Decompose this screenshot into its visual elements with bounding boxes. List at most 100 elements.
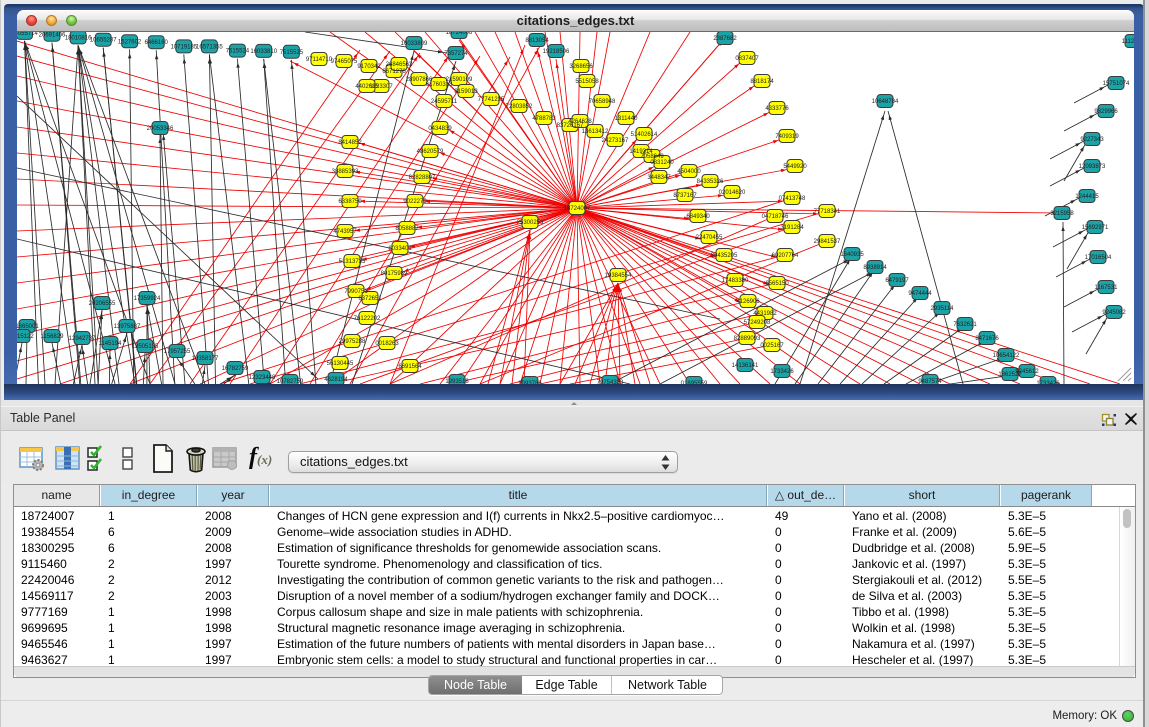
svg-text:51402614: 51402614	[631, 132, 658, 138]
svg-text:8414852: 8414852	[338, 140, 362, 146]
svg-text:2935114: 2935114	[931, 306, 955, 312]
svg-text:9227343: 9227343	[1080, 137, 1104, 143]
svg-text:0434839: 0434839	[428, 126, 452, 132]
svg-text:8159013: 8159013	[454, 89, 478, 95]
svg-text:29841537: 29841537	[814, 239, 841, 245]
svg-text:7632621: 7632621	[953, 322, 977, 328]
svg-text:8058887: 8058887	[395, 226, 419, 232]
svg-text:16571355: 16571355	[196, 44, 223, 50]
svg-text:19384554: 19384554	[605, 273, 632, 279]
svg-text:10648784: 10648784	[872, 99, 899, 105]
svg-text:12093873: 12093873	[1079, 164, 1106, 170]
svg-text:3268656: 3268656	[569, 64, 593, 70]
svg-text:9093786: 9093786	[518, 381, 542, 384]
svg-text:10719185: 10719185	[170, 44, 197, 50]
svg-text:9245612: 9245612	[1015, 369, 1039, 375]
svg-text:30435205: 30435205	[711, 253, 738, 259]
svg-text:17483380: 17483380	[722, 278, 749, 284]
svg-text:1167531: 1167531	[1095, 285, 1119, 291]
svg-text:4402685: 4402685	[355, 84, 379, 90]
svg-text:1244415: 1244415	[1075, 194, 1099, 200]
svg-text:10782759: 10782759	[277, 379, 304, 384]
svg-text:6479197: 6479197	[885, 278, 909, 284]
svg-text:07413748: 07413748	[779, 196, 806, 202]
svg-text:8471676: 8471676	[975, 336, 999, 342]
svg-text:48620579: 48620579	[417, 149, 444, 155]
svg-text:20691406: 20691406	[39, 33, 66, 39]
svg-text:18724008: 18724008	[446, 32, 473, 36]
svg-text:16033810: 16033810	[250, 49, 277, 55]
svg-text:77718341: 77718341	[814, 209, 841, 215]
svg-text:10655287: 10655287	[90, 38, 117, 44]
svg-text:56130445: 56130445	[327, 361, 354, 367]
svg-text:1311440: 1311440	[615, 116, 639, 122]
svg-text:1733426: 1733426	[1036, 381, 1060, 384]
svg-text:77741215: 77741215	[478, 97, 505, 103]
svg-text:80175989: 80175989	[381, 271, 408, 277]
svg-text:6372651: 6372651	[358, 296, 382, 302]
svg-text:24595711: 24595711	[431, 99, 458, 105]
svg-text:0831240: 0831240	[650, 160, 674, 166]
svg-text:82889093: 82889093	[734, 336, 761, 342]
svg-text:18010816: 18010816	[65, 35, 92, 41]
svg-text:1156829: 1156829	[41, 334, 65, 340]
svg-text:5449920: 5449920	[783, 164, 807, 170]
svg-text:76122202: 76122202	[354, 316, 381, 322]
svg-text:14136141: 14136141	[732, 363, 759, 369]
svg-text:3915122: 3915122	[17, 334, 34, 340]
svg-text:1640935: 1640935	[840, 252, 864, 258]
svg-text:4264628: 4264628	[568, 119, 592, 125]
svg-text:7990751: 7990751	[344, 289, 368, 295]
svg-text:7409319: 7409319	[775, 134, 799, 140]
svg-text:8938914: 8938914	[863, 265, 887, 271]
svg-text:10358177: 10358177	[192, 356, 219, 362]
svg-text:7357274: 7357274	[444, 51, 468, 57]
svg-text:60207764: 60207764	[772, 253, 799, 259]
svg-text:20053346: 20053346	[147, 126, 174, 132]
svg-text:25300253: 25300253	[517, 220, 544, 226]
svg-text:12505135: 12505135	[132, 344, 159, 350]
svg-text:4431982: 4431982	[753, 311, 777, 317]
svg-text:12942737: 12942737	[69, 336, 96, 342]
svg-text:70658948: 70658948	[589, 99, 616, 105]
svg-text:17016504: 17016504	[1085, 255, 1112, 261]
svg-text:6565150: 6565150	[765, 281, 789, 287]
svg-text:79754323: 79754323	[597, 380, 624, 384]
svg-text:6691564: 6691564	[398, 364, 422, 370]
svg-text:8813054: 8813054	[525, 38, 549, 44]
svg-text:4126906: 4126906	[736, 299, 760, 305]
svg-text:1112374: 1112374	[1122, 39, 1134, 45]
svg-text:6338750: 6338750	[338, 199, 362, 205]
svg-text:6671276: 6671276	[382, 69, 406, 75]
svg-text:20206555: 20206555	[89, 301, 116, 307]
svg-text:01895559: 01895559	[681, 381, 708, 384]
svg-text:17359924: 17359924	[134, 296, 161, 302]
svg-text:26846563: 26846563	[386, 62, 413, 68]
svg-text:3448347: 3448347	[647, 175, 671, 181]
svg-text:19218506: 19218506	[543, 49, 570, 55]
svg-text:72803852: 72803852	[506, 104, 533, 110]
svg-text:8737167: 8737167	[673, 193, 697, 199]
svg-text:9329966: 9329966	[1094, 109, 1118, 115]
svg-text:82828807: 82828807	[409, 175, 436, 181]
svg-text:8818174: 8818174	[750, 79, 774, 85]
svg-text:7515525: 7515525	[280, 50, 304, 56]
svg-text:1527602: 1527602	[118, 39, 142, 45]
svg-text:4628194: 4628194	[324, 377, 348, 383]
svg-text:2387682: 2387682	[713, 36, 737, 42]
svg-text:18724007: 18724007	[564, 206, 591, 212]
svg-text:21590109: 21590109	[446, 77, 473, 83]
svg-text:1733426: 1733426	[770, 369, 794, 375]
svg-text:57249208: 57249208	[744, 320, 771, 326]
svg-text:1993518: 1993518	[445, 379, 469, 384]
svg-text:4504000: 4504000	[677, 169, 701, 175]
svg-text:4788783: 4788783	[532, 116, 556, 122]
svg-text:9474444: 9474444	[908, 291, 932, 297]
svg-text:4333776: 4333776	[765, 106, 789, 112]
svg-text:0018263: 0018263	[375, 341, 399, 347]
svg-text:29975288: 29975288	[339, 339, 366, 345]
svg-text:4743957: 4743957	[333, 229, 357, 235]
svg-text:22470455: 22470455	[696, 235, 723, 241]
svg-text:1145194: 1145194	[99, 341, 123, 347]
svg-text:16782759: 16782759	[222, 366, 249, 372]
